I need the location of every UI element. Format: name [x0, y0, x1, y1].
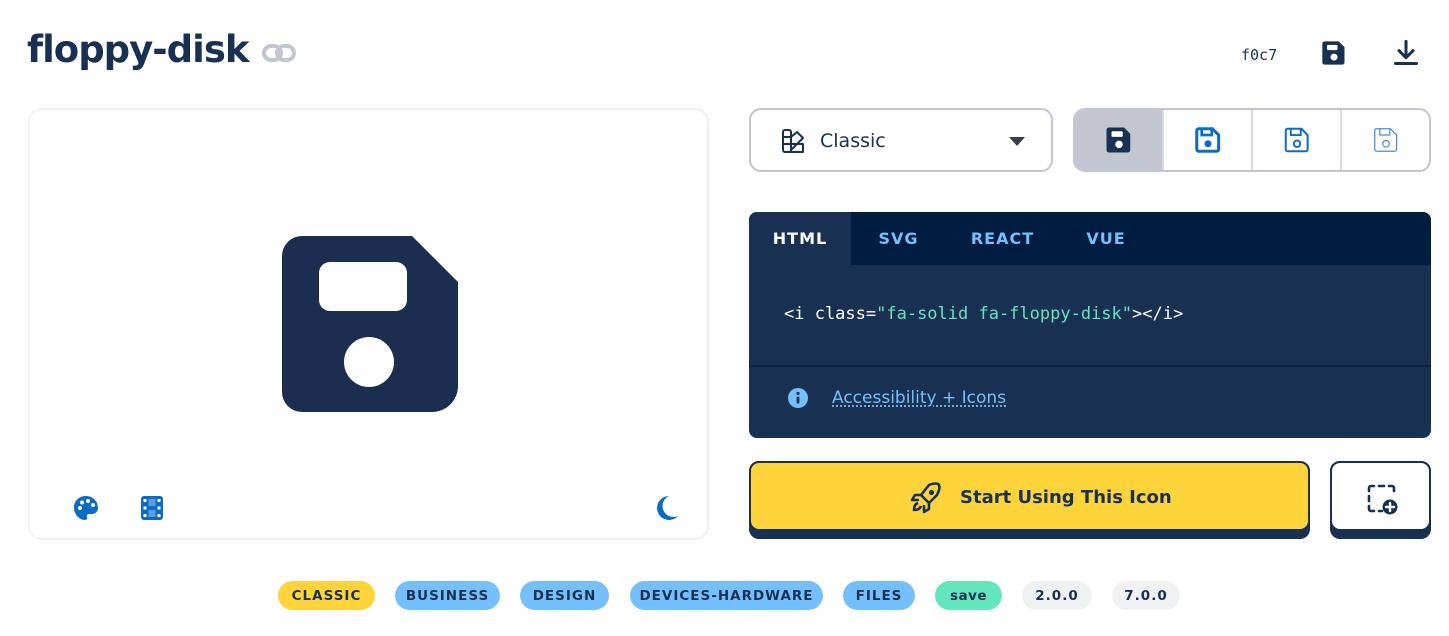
code-snippet-class: "fa-solid fa-floppy-disk": [876, 304, 1132, 324]
code-snippet-prefix: <i class=: [784, 304, 877, 324]
code-snippet-suffix: ></i>: [1132, 304, 1184, 324]
start-using-label: Start Using This Icon: [960, 487, 1172, 508]
code-snippet-panel: HTML SVG REACT VUE <i class="fa-solid fa…: [749, 212, 1431, 438]
floppy-disk-solid-icon: [1106, 127, 1130, 153]
floppy-disk-light-icon: [1284, 127, 1309, 153]
link-icon[interactable]: [262, 40, 296, 66]
code-tabs: HTML SVG REACT VUE: [749, 212, 1431, 265]
swatchbook-icon: [782, 129, 804, 153]
tag-business[interactable]: BUSINESS: [395, 581, 500, 610]
add-to-kit-icon: [1367, 484, 1398, 515]
floppy-disk-icon: [282, 236, 458, 412]
chevron-down-icon: [1009, 137, 1025, 146]
add-to-kit-button[interactable]: [1330, 461, 1431, 539]
info-icon: [788, 388, 808, 408]
download-icon[interactable]: [1392, 39, 1420, 67]
palette-icon[interactable]: [72, 494, 100, 522]
style-select-value: Classic: [820, 130, 886, 152]
moon-icon[interactable]: [652, 494, 680, 522]
variant-regular[interactable]: [1164, 110, 1253, 170]
tab-html[interactable]: HTML: [749, 212, 851, 265]
tag-version-2-0-0[interactable]: 2.0.0: [1022, 581, 1092, 610]
style-variant-group: [1073, 108, 1431, 172]
page-title: floppy-disk: [27, 28, 249, 71]
tag-version-7-0-0[interactable]: 7.0.0: [1112, 581, 1180, 610]
rocket-icon: [910, 482, 941, 514]
tab-vue[interactable]: VUE: [1059, 212, 1153, 265]
tag-files[interactable]: FILES: [843, 581, 915, 610]
tag-save[interactable]: save: [935, 581, 1002, 610]
floppy-disk-icon[interactable]: [1320, 39, 1348, 67]
variant-solid[interactable]: [1075, 110, 1164, 170]
variant-light[interactable]: [1253, 110, 1342, 170]
film-icon[interactable]: [138, 494, 166, 522]
icon-preview-panel: [28, 108, 709, 540]
divider: [749, 365, 1431, 367]
floppy-disk-thin-icon: [1373, 128, 1397, 152]
tag-classic[interactable]: CLASSIC: [278, 581, 375, 610]
start-using-icon-button[interactable]: Start Using This Icon: [749, 461, 1310, 539]
code-snippet[interactable]: <i class="fa-solid fa-floppy-disk"></i>: [784, 304, 1183, 324]
tag-devices-hardware[interactable]: DEVICES-HARDWARE: [630, 581, 823, 610]
accessibility-link[interactable]: Accessibility + Icons: [832, 388, 1006, 408]
tab-svg[interactable]: SVG: [851, 212, 946, 265]
unicode-value[interactable]: f0c7: [1241, 46, 1277, 64]
start-button-face: Start Using This Icon: [749, 461, 1310, 531]
add-button-face: [1330, 461, 1431, 531]
style-family-select[interactable]: Classic: [749, 108, 1053, 172]
tab-react[interactable]: REACT: [946, 212, 1059, 265]
variant-thin[interactable]: [1342, 110, 1429, 170]
floppy-disk-regular-icon: [1194, 127, 1220, 153]
tag-design[interactable]: DESIGN: [520, 581, 609, 610]
tag-list: CLASSIC BUSINESS DESIGN DEVICES-HARDWARE…: [0, 581, 1449, 611]
